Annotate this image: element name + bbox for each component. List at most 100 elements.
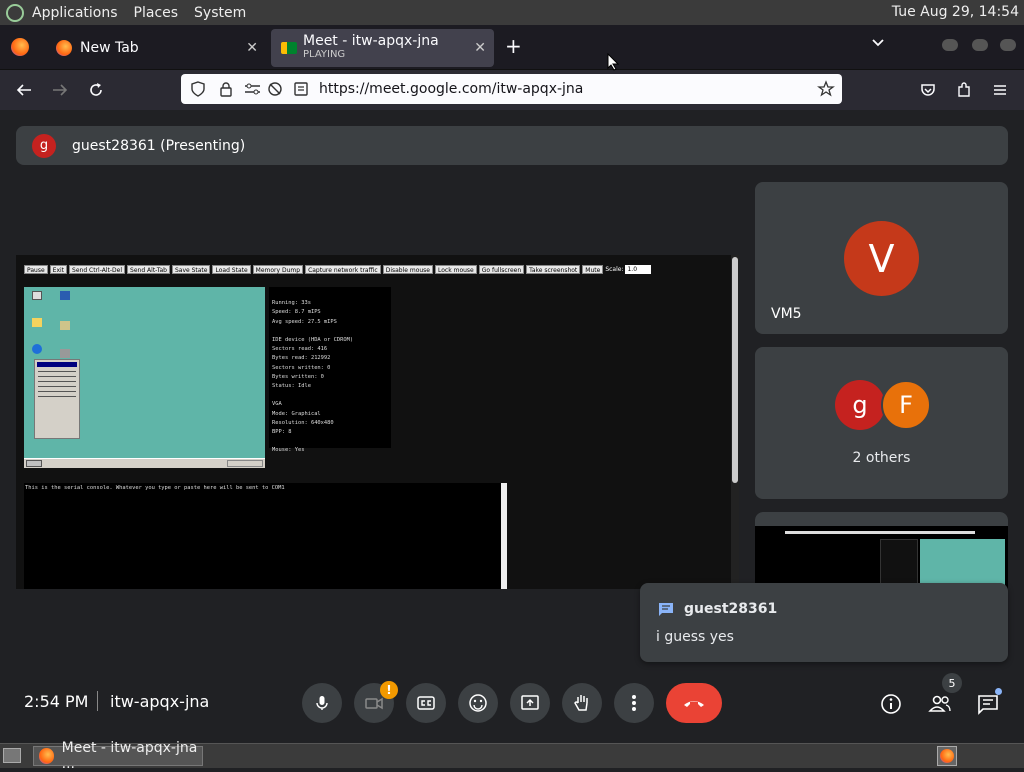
new-tab-button[interactable]: + <box>505 34 522 58</box>
avatar: g <box>32 133 56 158</box>
chat-button[interactable] <box>977 693 999 715</box>
extensions-icon[interactable] <box>955 81 973 99</box>
tab-new-tab[interactable]: New Tab ✕ <box>46 29 266 67</box>
window-close-button[interactable] <box>1000 39 1016 51</box>
people-count-badge: 5 <box>942 673 962 693</box>
hamburger-menu-icon[interactable] <box>991 81 1009 99</box>
captions-icon <box>417 696 435 710</box>
meeting-time: 2:54 PM <box>24 692 89 711</box>
permissions-icon[interactable] <box>244 81 262 97</box>
desktop-icon[interactable] <box>60 291 70 300</box>
more-options-button[interactable] <box>614 683 654 723</box>
stat-line: Sectors read: 416 <box>272 346 328 353</box>
system-menu[interactable]: System <box>194 5 246 21</box>
forward-arrow-icon[interactable] <box>51 81 69 99</box>
presenter-bar: g guest28361 (Presenting) <box>16 126 1008 165</box>
tab-title: New Tab <box>80 40 139 56</box>
desktop-icon[interactable] <box>32 318 42 327</box>
stat-line: Running: 33s <box>272 300 311 307</box>
vm-lock-mouse-button[interactable]: Lock mouse <box>435 265 477 274</box>
tab-meet[interactable]: Meet - itw-apqx-jna PLAYING ✕ <box>271 29 494 67</box>
raise-hand-button[interactable] <box>562 683 602 723</box>
url-text[interactable]: https://meet.google.com/itw-apqx-jna <box>319 81 583 97</box>
people-button[interactable] <box>928 693 952 715</box>
participant-tile-others[interactable]: g F 2 others <box>755 347 1008 499</box>
vm-fullscreen-button[interactable]: Go fullscreen <box>478 265 525 274</box>
vm-scale-input[interactable]: 1.0 <box>625 265 652 274</box>
emoji-icon <box>469 694 487 712</box>
vm-screenshot-button[interactable]: Take screenshot <box>526 265 581 274</box>
avatar: V <box>844 221 919 296</box>
pocket-icon[interactable] <box>919 81 937 99</box>
show-desktop-icon[interactable] <box>3 748 21 763</box>
vm-exit-button[interactable]: Exit <box>49 265 68 274</box>
meeting-info-button[interactable] <box>880 693 902 715</box>
vm-disable-mouse-button[interactable]: Disable mouse <box>382 265 434 274</box>
bookmark-star-icon[interactable] <box>817 80 835 98</box>
vm-taskbar <box>24 458 265 468</box>
vm-mute-button[interactable]: Mute <box>582 265 604 274</box>
camera-blocked-icon[interactable] <box>267 81 283 97</box>
window-minimize-button[interactable] <box>942 39 958 51</box>
camera-warning-badge: ! <box>380 681 398 699</box>
firefox-view-icon[interactable] <box>11 38 29 56</box>
chat-notification[interactable]: guest28361 i guess yes <box>640 583 1008 662</box>
chat-bubble-icon <box>657 600 675 618</box>
reload-icon[interactable] <box>87 81 105 99</box>
stat-line: Mode: Graphical <box>272 410 321 417</box>
close-icon[interactable]: ✕ <box>246 40 258 56</box>
present-button[interactable] <box>510 683 550 723</box>
shield-icon[interactable] <box>190 81 206 97</box>
close-icon[interactable]: ✕ <box>474 40 486 56</box>
emulator-toolbar: Pause Exit Send Ctrl-Alt-Del Send Alt-Ta… <box>24 265 652 274</box>
list-tabs-chevron-icon[interactable] <box>871 36 885 50</box>
presenter-name: guest28361 (Presenting) <box>72 137 246 154</box>
stat-line: Bytes written: 0 <box>272 373 324 380</box>
page-info-icon[interactable] <box>293 81 309 97</box>
stat-line: Bytes read: 212992 <box>272 355 331 362</box>
vm-scale-label: Scale: <box>605 266 624 273</box>
captions-button[interactable] <box>406 683 446 723</box>
vm-desktop[interactable] <box>24 287 265 468</box>
chat-sender: guest28361 <box>684 601 778 617</box>
stat-line: Avg speed: 27.5 mIPS <box>272 318 337 325</box>
leave-call-button[interactable] <box>666 683 722 723</box>
lock-icon[interactable] <box>218 81 234 97</box>
vm-save-state-button[interactable]: Save State <box>171 265 211 274</box>
applications-menu[interactable]: Applications <box>32 5 118 21</box>
places-menu[interactable]: Places <box>134 5 179 21</box>
vm-serial-console[interactable]: This is the serial console. Whatever you… <box>24 483 507 589</box>
firefox-icon <box>39 748 54 764</box>
context-menu[interactable] <box>34 359 80 439</box>
url-bar[interactable]: https://meet.google.com/itw-apqx-jna <box>181 74 842 104</box>
meeting-code: itw-apqx-jna <box>110 692 210 711</box>
vm-ctrl-alt-del-button[interactable]: Send Ctrl-Alt-Del <box>69 265 126 274</box>
vm-load-state-button[interactable]: Load State <box>212 265 251 274</box>
window-maximize-button[interactable] <box>972 39 988 51</box>
scrollbar[interactable] <box>731 255 739 589</box>
browser-nav-bar: https://meet.google.com/itw-apqx-jna <box>0 70 1024 110</box>
participant-tile-vm5[interactable]: V VM5 <box>755 182 1008 334</box>
vm-alt-tab-button[interactable]: Send Alt-Tab <box>127 265 170 274</box>
panel-clock[interactable]: Tue Aug 29, 14:54 <box>892 4 1019 20</box>
vm-pause-button[interactable]: Pause <box>24 265 48 274</box>
back-arrow-icon[interactable] <box>15 81 33 99</box>
firefox-tray-icon[interactable] <box>937 746 957 766</box>
desktop-icon[interactable] <box>60 349 70 358</box>
desktop-icon[interactable] <box>32 344 42 354</box>
desktop-icon[interactable] <box>32 291 42 300</box>
desktop-icon[interactable] <box>60 321 70 330</box>
info-icon <box>881 694 901 714</box>
microphone-button[interactable] <box>302 683 342 723</box>
vm-memory-dump-button[interactable]: Memory Dump <box>252 265 304 274</box>
more-vert-icon <box>632 695 636 711</box>
camera-icon <box>365 697 383 710</box>
firefox-icon <box>56 40 72 56</box>
system-logo-icon[interactable] <box>6 3 24 22</box>
vm-start-button[interactable] <box>26 460 42 467</box>
taskbar-window-button[interactable]: Meet - itw-apqx-jna ... <box>33 740 203 772</box>
vm-capture-traffic-button[interactable]: Capture network traffic <box>305 265 381 274</box>
emoji-button[interactable] <box>458 683 498 723</box>
shared-screen[interactable]: Pause Exit Send Ctrl-Alt-Del Send Alt-Ta… <box>16 255 739 589</box>
meet-favicon-icon <box>281 42 297 54</box>
